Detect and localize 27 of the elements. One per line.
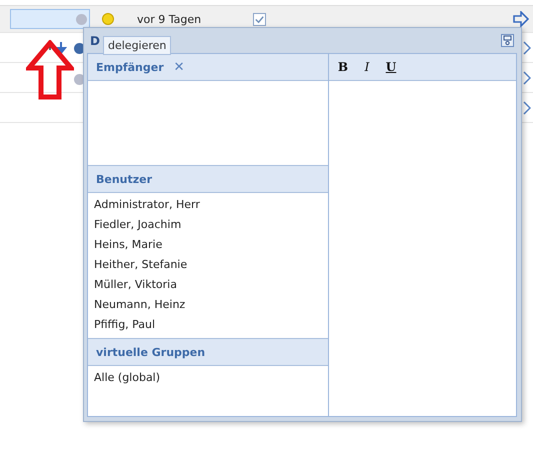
- format-button[interactable]: I: [357, 60, 377, 74]
- list-item[interactable]: Heither, Stefanie: [88, 255, 328, 275]
- tooltip: delegieren: [103, 36, 172, 55]
- chevron-icon[interactable]: [523, 40, 531, 54]
- list-item[interactable]: Pfiffig, Paul: [88, 315, 328, 335]
- chevron-icon[interactable]: [523, 100, 531, 114]
- section-title: Empfänger: [96, 60, 164, 74]
- input-field[interactable]: [10, 9, 90, 29]
- age-text: vor 9 Tagen: [137, 12, 202, 26]
- status-dot: [76, 14, 87, 24]
- up-arrow-icon: [26, 40, 74, 100]
- save-icon[interactable]: [501, 34, 514, 47]
- section-title: virtuelle Gruppen: [96, 346, 206, 358]
- chevron-icon[interactable]: [523, 70, 531, 84]
- list-item[interactable]: Müller, Viktoria: [88, 275, 328, 295]
- section-title: Benutzer: [96, 172, 152, 186]
- list-item[interactable]: Alle (global): [88, 368, 328, 388]
- dialog-title: D: [90, 34, 100, 48]
- list-item[interactable]: Fiedler, Joachim: [88, 215, 328, 235]
- checkbox[interactable]: [253, 12, 266, 26]
- list-item[interactable]: Administrator, Herr: [88, 195, 328, 215]
- priority-dot: [102, 13, 114, 25]
- format-button[interactable]: B: [333, 60, 353, 74]
- forward-arrow-icon[interactable]: [513, 11, 529, 27]
- list-item[interactable]: Neumann, Heinz: [88, 295, 328, 315]
- list-item[interactable]: Heins, Marie: [88, 235, 328, 255]
- format-button[interactable]: U: [381, 60, 401, 74]
